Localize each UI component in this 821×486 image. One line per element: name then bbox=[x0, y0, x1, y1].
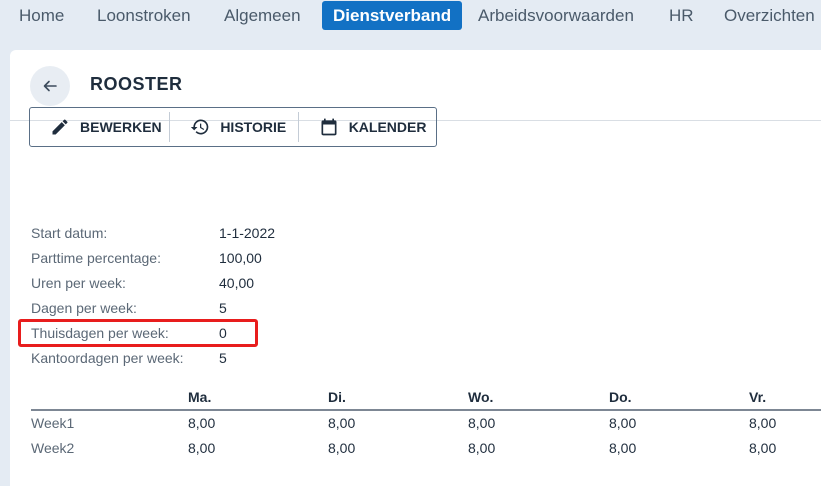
table-cell: 8,00 bbox=[609, 440, 637, 456]
history-button[interactable]: HISTORIE bbox=[170, 108, 297, 146]
row-label: Week1 bbox=[31, 415, 75, 431]
detail-value: 100,00 bbox=[219, 250, 262, 266]
detail-label: Uren per week: bbox=[31, 275, 126, 291]
table-cell: 8,00 bbox=[468, 440, 496, 456]
back-button[interactable] bbox=[30, 66, 70, 106]
table-cell: 8,00 bbox=[749, 415, 777, 431]
detail-label: Start datum: bbox=[31, 225, 108, 241]
table-cell: 8,00 bbox=[749, 440, 777, 456]
action-toolbar: BEWERKEN HISTORIE KALENDER bbox=[29, 107, 437, 147]
calendar-button-label: KALENDER bbox=[348, 119, 427, 135]
edit-button[interactable]: BEWERKEN bbox=[30, 108, 169, 146]
detail-value: 1-1-2022 bbox=[219, 225, 276, 241]
table-cell: 8,00 bbox=[328, 440, 356, 456]
edit-button-label: BEWERKEN bbox=[80, 119, 162, 135]
nav-item-arbeidsvoorwaarden[interactable]: Arbeidsvoorwaarden bbox=[478, 1, 634, 30]
page-title: ROOSTER bbox=[90, 74, 183, 94]
detail-label: Dagen per week: bbox=[31, 300, 137, 316]
pencil-icon bbox=[52, 119, 68, 135]
calendar-icon bbox=[321, 118, 337, 136]
nav-item-overzichten[interactable]: Overzichten bbox=[724, 1, 815, 30]
calendar-button[interactable]: KALENDER bbox=[299, 108, 436, 146]
column-header-thursday: Do. bbox=[609, 389, 632, 405]
nav-item-hr[interactable]: HR bbox=[669, 1, 694, 30]
nav-item-dienstverband[interactable]: Dienstverband bbox=[322, 1, 463, 30]
detail-label: Parttime percentage: bbox=[31, 250, 161, 266]
history-button-label: HISTORIE bbox=[220, 119, 287, 135]
nav-item-loonstroken[interactable]: Loonstroken bbox=[97, 1, 191, 30]
table-cell: 8,00 bbox=[328, 415, 356, 431]
column-header-monday: Ma. bbox=[188, 389, 212, 405]
detail-value: 5 bbox=[219, 350, 227, 366]
column-header-friday: Vr. bbox=[749, 389, 767, 405]
table-cell: 8,00 bbox=[468, 415, 496, 431]
arrow-left-icon bbox=[43, 80, 57, 92]
table-cell: 8,00 bbox=[609, 415, 637, 431]
column-header-tuesday: Di. bbox=[328, 389, 346, 405]
table-cell: 8,00 bbox=[188, 440, 216, 456]
table-row: Week1 8,00 8,00 8,00 8,00 8,00 bbox=[31, 411, 821, 436]
detail-value: 5 bbox=[219, 300, 227, 316]
row-label: Week2 bbox=[31, 440, 75, 456]
nav-item-algemeen[interactable]: Algemeen bbox=[224, 1, 301, 30]
detail-value: 40,00 bbox=[219, 275, 255, 291]
table-row: Week2 8,00 8,00 8,00 8,00 8,00 bbox=[31, 436, 821, 461]
nav-item-home[interactable]: Home bbox=[19, 1, 64, 30]
schedule-table: Ma. Di. Wo. Do. Vr. Week1 8,00 8,00 8,00… bbox=[31, 386, 821, 461]
top-navigation: Home Loonstroken Algemeen Dienstverband … bbox=[0, 0, 821, 34]
schedule-header: Ma. Di. Wo. Do. Vr. bbox=[31, 386, 821, 411]
detail-label: Kantoordagen per week: bbox=[31, 350, 184, 366]
highlight-box bbox=[18, 319, 258, 347]
history-icon bbox=[191, 119, 209, 135]
table-cell: 8,00 bbox=[188, 415, 216, 431]
column-header-wednesday: Wo. bbox=[468, 389, 494, 405]
